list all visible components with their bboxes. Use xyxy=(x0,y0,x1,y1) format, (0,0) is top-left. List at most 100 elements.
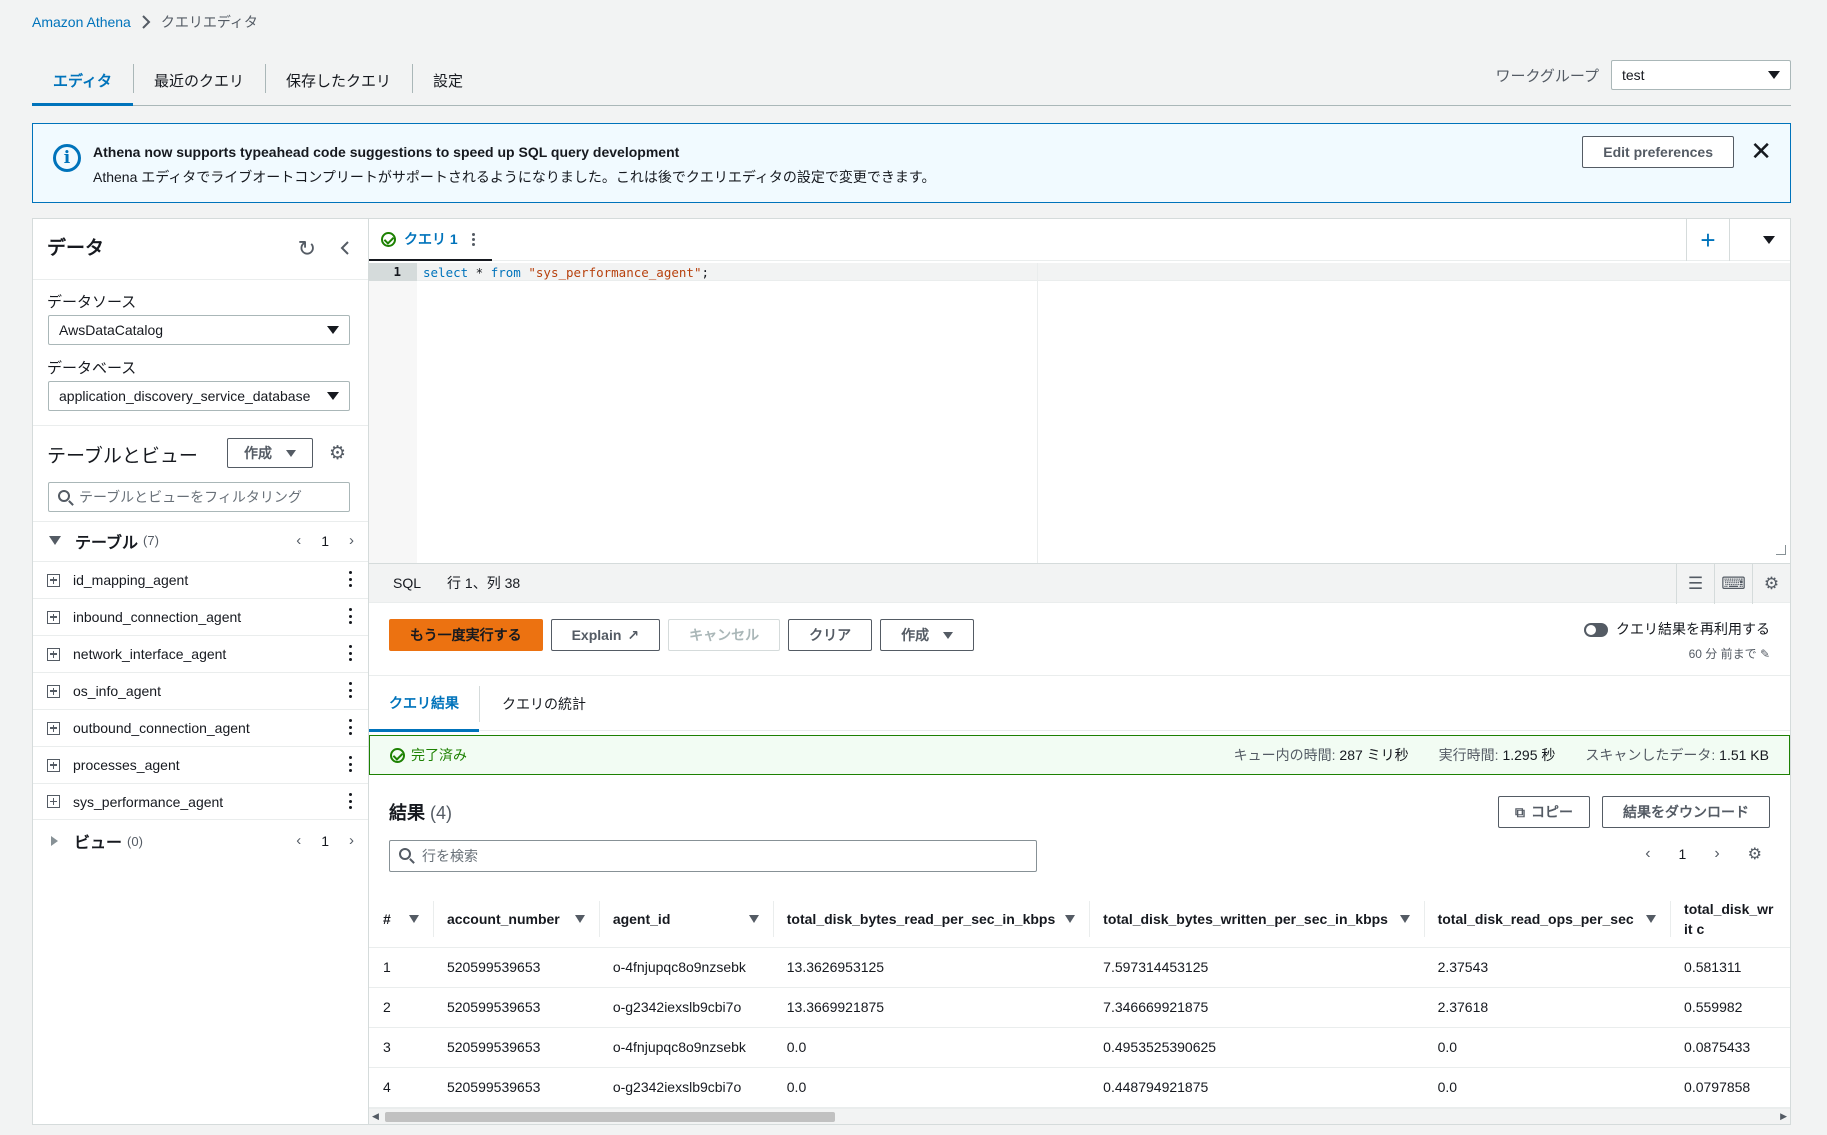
tab-menu-caret-icon[interactable] xyxy=(1763,236,1775,244)
column-header[interactable]: total_disk_read_ops_per_sec xyxy=(1423,891,1671,948)
table-row: 4 520599539653 o-g2342iexslb9cbi7o 0.0 0.448… xyxy=(369,1067,1790,1108)
views-section-header[interactable]: ビュー (0) ‹ 1 › xyxy=(33,822,368,860)
table-item[interactable]: os_info_agent xyxy=(33,672,368,709)
main-tabs: エディタ 最近のクエリ 保存したクエリ 設定 ワークグループ test xyxy=(32,56,1791,106)
format-icon[interactable]: ☰ xyxy=(1676,564,1714,604)
tab-editor[interactable]: エディタ xyxy=(32,56,133,106)
more-options-icon[interactable] xyxy=(349,682,352,698)
more-options-icon[interactable] xyxy=(471,232,475,246)
expand-icon[interactable] xyxy=(47,795,60,808)
more-options-icon[interactable] xyxy=(349,571,352,587)
datasource-label: データソース xyxy=(47,294,137,311)
expand-icon[interactable] xyxy=(47,684,60,698)
keyboard-icon[interactable]: ⌨ xyxy=(1714,564,1752,604)
more-options-icon[interactable] xyxy=(349,608,352,624)
expand-icon[interactable] xyxy=(47,647,60,661)
table-item[interactable]: network_interface_agent xyxy=(33,635,368,672)
next-page-icon[interactable]: › xyxy=(349,532,354,549)
more-options-icon[interactable] xyxy=(349,719,352,735)
copy-button[interactable]: ⧉ コピー xyxy=(1498,796,1590,828)
expand-icon[interactable] xyxy=(47,758,60,772)
table-item[interactable]: outbound_connection_agent xyxy=(33,709,368,746)
table-item[interactable]: inbound_connection_agent xyxy=(33,598,368,635)
more-options-icon[interactable] xyxy=(349,645,352,661)
expand-icon[interactable] xyxy=(47,721,60,735)
next-page-icon[interactable]: › xyxy=(1714,845,1719,863)
column-header[interactable]: account_number xyxy=(432,891,599,948)
add-query-tab-icon[interactable]: + xyxy=(1686,219,1730,261)
resize-handle-icon[interactable] xyxy=(1776,545,1786,555)
column-header[interactable]: total_disk_bytes_written_per_sec_in_kbps xyxy=(1089,891,1424,948)
table-item[interactable]: processes_agent xyxy=(33,746,368,783)
banner-body: Athena エディタでライブオートコンプリートがサポートされるようになりました… xyxy=(93,169,936,185)
column-header[interactable]: total_disk_writ c xyxy=(1670,891,1790,948)
workgroup-selector: ワークグループ test xyxy=(1495,60,1791,90)
sort-icon[interactable] xyxy=(408,914,419,923)
line-number: 1 xyxy=(369,263,417,281)
create-button[interactable]: 作成 xyxy=(880,619,975,651)
prev-page-icon[interactable]: ‹ xyxy=(296,832,301,849)
table-name: inbound_connection_agent xyxy=(73,609,242,625)
tables-section-header[interactable]: テーブル (7) ‹ 1 › xyxy=(33,521,368,559)
explain-button[interactable]: Explain ↗ xyxy=(550,619,661,651)
gear-icon[interactable]: ⚙ xyxy=(1748,844,1762,864)
exec-label: 実行時間: xyxy=(1438,747,1499,763)
table-row: 3 520599539653 o-4fnjupqc8o9nzsebk 0.0 0.495… xyxy=(369,1027,1790,1068)
database-select[interactable]: application_discovery_service_database xyxy=(48,381,350,411)
scroll-left-icon[interactable]: ◀ xyxy=(372,1111,379,1122)
collapse-icon[interactable] xyxy=(340,236,350,262)
horizontal-scrollbar[interactable]: ◀ ▶ xyxy=(369,1108,1790,1124)
tab-settings[interactable]: 設定 xyxy=(411,56,484,105)
sort-icon[interactable] xyxy=(1646,914,1657,923)
breadcrumb-athena-link[interactable]: Amazon Athena xyxy=(32,14,131,30)
table-item[interactable]: id_mapping_agent xyxy=(33,561,368,598)
scan-label: スキャンしたデータ: xyxy=(1585,747,1716,763)
query-tab-label: クエリ 1 xyxy=(404,231,458,247)
query-tab-1[interactable]: クエリ 1 xyxy=(369,219,492,261)
reuse-toggle[interactable] xyxy=(1584,623,1608,638)
views-count: (0) xyxy=(127,833,143,849)
prev-page-icon[interactable]: ‹ xyxy=(296,532,301,549)
table-filter-input[interactable]: テーブルとビューをフィルタリング xyxy=(48,482,350,512)
sort-icon[interactable] xyxy=(1065,914,1076,923)
more-options-icon[interactable] xyxy=(349,756,352,772)
tab-recent-queries[interactable]: 最近のクエリ xyxy=(132,56,265,105)
sql-editor[interactable]: 1 select * from "sys_performance_agent"; xyxy=(369,263,1790,563)
table-filter-placeholder: テーブルとビューをフィルタリング xyxy=(79,489,302,505)
download-results-button[interactable]: 結果をダウンロード xyxy=(1602,796,1770,828)
row-search-input[interactable]: 行を検索 xyxy=(389,840,1037,872)
more-options-icon[interactable] xyxy=(349,793,352,809)
sql-code-line[interactable]: select * from "sys_performance_agent"; xyxy=(423,264,709,282)
edit-preferences-button[interactable]: Edit preferences xyxy=(1582,136,1734,168)
gear-icon[interactable]: ⚙ xyxy=(329,442,346,465)
scrollbar-thumb[interactable] xyxy=(385,1112,835,1122)
clear-button[interactable]: クリア xyxy=(788,619,873,651)
expand-icon[interactable] xyxy=(47,610,60,624)
column-header[interactable]: # xyxy=(369,891,433,948)
tables-views-title: テーブルとビュー xyxy=(47,446,198,467)
caret-right-icon xyxy=(51,836,58,846)
sort-icon[interactable] xyxy=(574,914,585,923)
run-again-button[interactable]: もう一度実行する xyxy=(389,619,543,651)
sort-icon[interactable] xyxy=(748,914,759,923)
gear-icon[interactable]: ⚙ xyxy=(1752,564,1790,604)
create-table-button[interactable]: 作成 xyxy=(227,438,313,468)
column-header[interactable]: total_disk_bytes_read_per_sec_in_kbps xyxy=(772,891,1090,948)
datasource-value: AwsDataCatalog xyxy=(59,322,164,338)
edit-icon[interactable]: ✎ xyxy=(1760,647,1770,661)
next-page-icon[interactable]: › xyxy=(349,832,354,849)
refresh-icon[interactable]: ↻ xyxy=(298,236,316,262)
close-icon[interactable]: ✕ xyxy=(1750,138,1772,164)
table-item[interactable]: sys_performance_agent xyxy=(33,783,368,820)
cancel-button[interactable]: キャンセル xyxy=(668,619,781,651)
column-header[interactable]: agent_id xyxy=(598,891,773,948)
scroll-right-icon[interactable]: ▶ xyxy=(1780,1111,1787,1122)
datasource-select[interactable]: AwsDataCatalog xyxy=(48,315,350,345)
tab-saved-queries[interactable]: 保存したクエリ xyxy=(264,56,412,105)
sort-icon[interactable] xyxy=(1399,914,1410,923)
prev-page-icon[interactable]: ‹ xyxy=(1645,845,1650,863)
expand-icon[interactable] xyxy=(47,573,60,587)
tab-query-results[interactable]: クエリ結果 xyxy=(369,676,479,732)
workgroup-select[interactable]: test xyxy=(1611,60,1791,90)
tab-query-stats[interactable]: クエリの統計 xyxy=(502,676,586,732)
